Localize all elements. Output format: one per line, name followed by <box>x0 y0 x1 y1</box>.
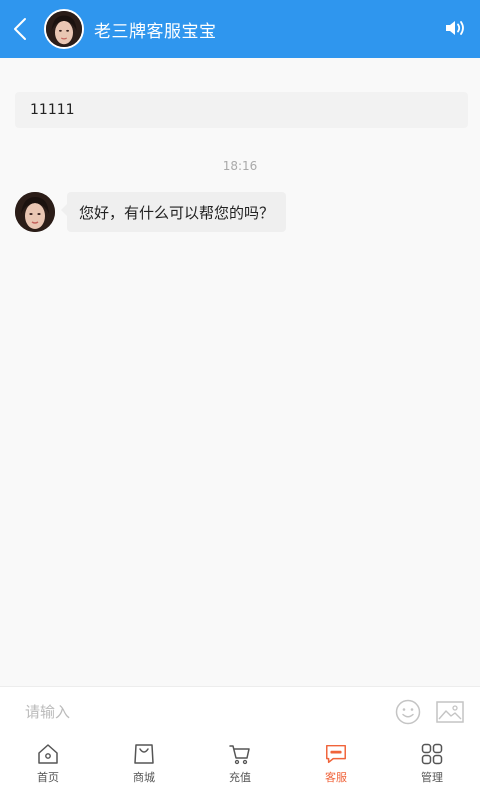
header-bar: 老三牌客服宝宝 <box>0 0 480 58</box>
message-bubble: 您好，有什么可以帮您的吗？ <box>60 192 287 232</box>
nav-label-recharge: 充值 <box>229 771 251 784</box>
home-icon <box>38 744 58 764</box>
smiley-icon <box>395 699 421 724</box>
speaker-icon <box>446 21 464 35</box>
chat-bubble-icon <box>326 744 346 764</box>
nav-label-service: 客服 <box>325 771 347 784</box>
emoji-button[interactable] <box>388 692 428 732</box>
message-row: 您好，有什么可以帮您的吗？ <box>15 192 287 232</box>
nav-item-manage[interactable]: 管理 <box>384 736 480 787</box>
image-button[interactable] <box>430 692 470 732</box>
image-icon <box>436 700 464 723</box>
notice-banner: 11111 <box>15 92 468 128</box>
message-text: 您好，有什么可以帮您的吗？ <box>79 203 275 222</box>
chat-area[interactable]: 11111 18:16 您好，有什么可以帮您的吗？ <box>0 58 480 686</box>
nav-label-mall: 商城 <box>133 771 155 784</box>
input-bar <box>0 686 480 736</box>
cart-icon <box>229 745 250 765</box>
agent-avatar <box>44 9 84 49</box>
message-timestamp: 18:16 <box>222 159 258 173</box>
back-button[interactable] <box>0 0 40 58</box>
message-input[interactable] <box>0 691 388 732</box>
nav-item-home[interactable]: 首页 <box>0 736 96 787</box>
grid-icon <box>421 743 443 765</box>
nav-item-service[interactable]: 客服 <box>288 736 384 787</box>
page-title: 老三牌客服宝宝 <box>94 21 217 42</box>
nav-label-home: 首页 <box>37 771 59 784</box>
bottom-nav: 首页 商城 充值 客服 管理 <box>0 736 480 787</box>
chat-screen: 老三牌客服宝宝 11111 18:16 您好，有什么可以帮您的吗？ 请输入 首页… <box>0 0 480 787</box>
nav-label-manage: 管理 <box>421 771 443 784</box>
nav-item-mall[interactable]: 商城 <box>96 736 192 787</box>
sound-button[interactable] <box>442 15 468 41</box>
shopping-bag-icon <box>134 744 154 764</box>
nav-item-recharge[interactable]: 充值 <box>192 736 288 787</box>
notice-text: 11111 <box>30 102 75 118</box>
back-arrow-icon <box>14 18 26 40</box>
agent-message-avatar <box>15 192 55 232</box>
